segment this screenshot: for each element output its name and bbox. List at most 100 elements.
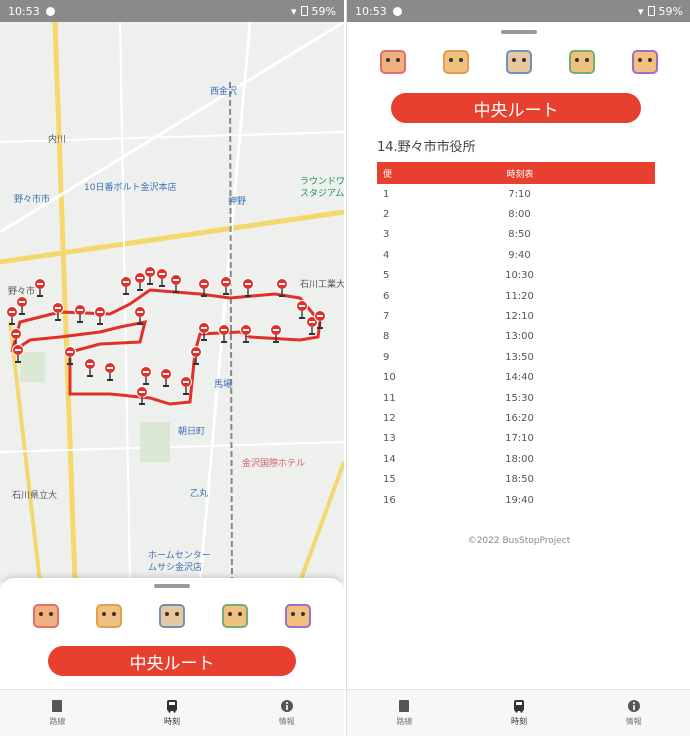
bottom-nav: 路線 時刻 情報 xyxy=(347,689,690,736)
table-row: 3 8:50 xyxy=(377,225,655,245)
table-row: 12 16:20 xyxy=(377,408,655,428)
bus-stop-icon[interactable] xyxy=(156,268,168,288)
departure-time: 16:20 xyxy=(505,412,534,424)
character-blue-icon[interactable] xyxy=(153,596,191,632)
character-row xyxy=(347,42,690,78)
bus-icon xyxy=(514,700,524,713)
bus-stop-icon[interactable] xyxy=(160,368,172,388)
trip-number: 2 xyxy=(383,209,390,221)
bus-stop-icon[interactable] xyxy=(34,278,46,298)
bus-stop-icon[interactable] xyxy=(104,362,116,382)
bus-stop-icon[interactable] xyxy=(270,324,282,344)
bus-stop-icon[interactable] xyxy=(16,296,28,316)
status-bar: 10:53 ▾ 59% xyxy=(0,0,344,22)
status-bar: 10:53 ▾ 59% xyxy=(347,0,690,22)
trip-number: 3 xyxy=(383,229,390,241)
map-label: 朝日町 xyxy=(178,427,206,437)
table-row: 2 8:00 xyxy=(377,204,655,224)
battery-level: 59% xyxy=(658,4,683,18)
bus-stop-icon[interactable] xyxy=(220,276,232,296)
drag-handle[interactable] xyxy=(154,584,190,588)
copyright: ©2022 BusStopProject xyxy=(467,536,571,546)
character-purple-icon[interactable] xyxy=(626,42,664,78)
bus-stop-icon[interactable] xyxy=(12,344,24,364)
trip-number: 10 xyxy=(383,372,396,384)
bus-stop-icon[interactable] xyxy=(144,266,156,286)
bus-stop-icon[interactable] xyxy=(198,322,210,342)
bus-stop-icon[interactable] xyxy=(180,376,192,396)
map-label: 乙丸 xyxy=(190,489,209,499)
trip-number: 11 xyxy=(383,392,396,404)
character-red-icon[interactable] xyxy=(374,42,412,78)
bus-stop-icon[interactable] xyxy=(198,278,210,298)
road xyxy=(119,22,131,582)
trip-number: 14 xyxy=(383,453,396,465)
info-icon xyxy=(280,700,293,712)
bus-stop-icon[interactable] xyxy=(276,278,288,298)
departure-time: 8:00 xyxy=(508,209,531,221)
nav-item-route[interactable]: 路線 xyxy=(0,690,115,736)
bus-stop-icon[interactable] xyxy=(52,302,64,322)
battery-icon xyxy=(647,6,655,16)
character-green-icon[interactable] xyxy=(563,42,601,78)
character-purple-icon[interactable] xyxy=(279,596,317,632)
bus-stop-icon[interactable] xyxy=(242,278,254,298)
nav-item-info[interactable]: 情報 xyxy=(576,690,690,736)
bus-stop-icon[interactable] xyxy=(190,346,202,366)
column-header: 時刻表 xyxy=(444,162,655,184)
map-label: 押野 xyxy=(228,197,247,207)
departure-time: 7:10 xyxy=(508,188,531,200)
route-button[interactable]: 中央ルート xyxy=(391,93,641,123)
bus-stop-icon[interactable] xyxy=(314,310,326,330)
bus-stop-icon[interactable] xyxy=(120,276,132,296)
bus-stop-icon[interactable] xyxy=(218,324,230,344)
clock: 10:53 xyxy=(355,4,387,18)
clock: 10:53 xyxy=(8,4,40,18)
bus-stop-icon[interactable] xyxy=(94,306,106,326)
book-icon xyxy=(52,700,63,712)
bus-stop-icon[interactable] xyxy=(140,366,152,386)
table-row: 16 19:40 xyxy=(377,490,655,510)
column-header: 便 xyxy=(377,162,444,184)
bus-stop-icon[interactable] xyxy=(240,324,252,344)
table-row: 1 7:10 xyxy=(377,184,655,204)
nav-item-route[interactable]: 路線 xyxy=(347,690,462,736)
park-area xyxy=(140,422,170,462)
trip-number: 9 xyxy=(383,351,390,363)
nav-label: 情報 xyxy=(625,717,642,726)
character-blue-icon[interactable] xyxy=(500,42,538,78)
departure-time: 17:10 xyxy=(505,433,534,445)
table-row: 11 15:30 xyxy=(377,388,655,408)
bus-stop-icon[interactable] xyxy=(64,346,76,366)
map-label: 西金沢 xyxy=(210,87,238,97)
nav-item-timetable[interactable]: 時刻 xyxy=(462,690,577,736)
character-orange-icon[interactable] xyxy=(437,42,475,78)
wifi-icon: ▾ xyxy=(291,4,297,18)
bus-stop-icon[interactable] xyxy=(134,306,146,326)
route-button[interactable]: 中央ルート xyxy=(48,646,296,676)
departure-time: 15:30 xyxy=(505,392,534,404)
character-green-icon[interactable] xyxy=(216,596,254,632)
nav-item-timetable[interactable]: 時刻 xyxy=(115,690,230,736)
map-view[interactable]: 西金沢 内川 野々市市 10日番ボルト金沢本店 押野 ラウンドワン スタジアム … xyxy=(0,22,344,582)
bus-icon xyxy=(167,700,177,713)
stop-name: 14.野々市市役所 xyxy=(377,140,476,155)
departure-time: 9:40 xyxy=(508,249,531,261)
trip-number: 5 xyxy=(383,270,390,282)
notification-icon xyxy=(45,6,55,16)
bus-stop-icon[interactable] xyxy=(136,386,148,406)
trip-number: 13 xyxy=(383,433,396,445)
bus-stop-icon[interactable] xyxy=(74,304,86,324)
character-red-icon[interactable] xyxy=(27,596,65,632)
wifi-icon: ▾ xyxy=(638,4,644,18)
bus-stop-icon[interactable] xyxy=(170,274,182,294)
nav-item-info[interactable]: 情報 xyxy=(229,690,344,736)
road xyxy=(0,22,344,234)
map-label: スタジアム xyxy=(300,189,344,199)
bus-stop-icon[interactable] xyxy=(84,358,96,378)
character-orange-icon[interactable] xyxy=(90,596,128,632)
departure-time: 8:50 xyxy=(508,229,531,241)
drag-handle[interactable] xyxy=(501,30,537,34)
departure-time: 12:10 xyxy=(505,311,534,323)
map-label: 馬場 xyxy=(214,380,233,390)
